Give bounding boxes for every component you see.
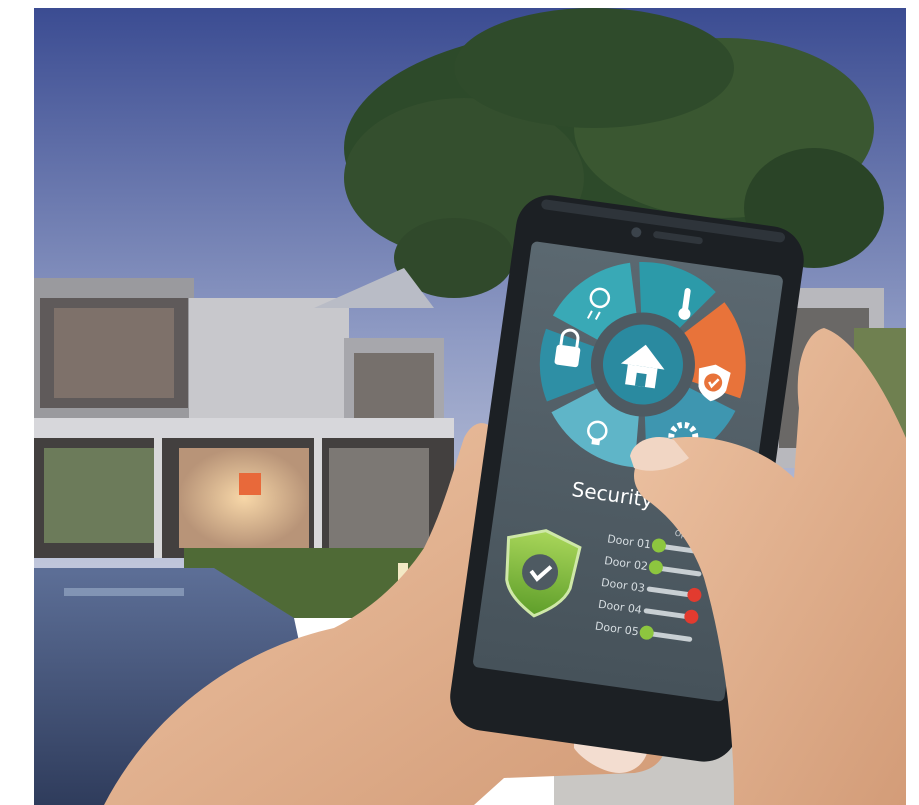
photo-illustration: Security Open Door 01 Door 02 Door 03 Do…	[34, 8, 906, 805]
photo-scene: Security Open Door 01 Door 02 Door 03 Do…	[34, 8, 906, 805]
